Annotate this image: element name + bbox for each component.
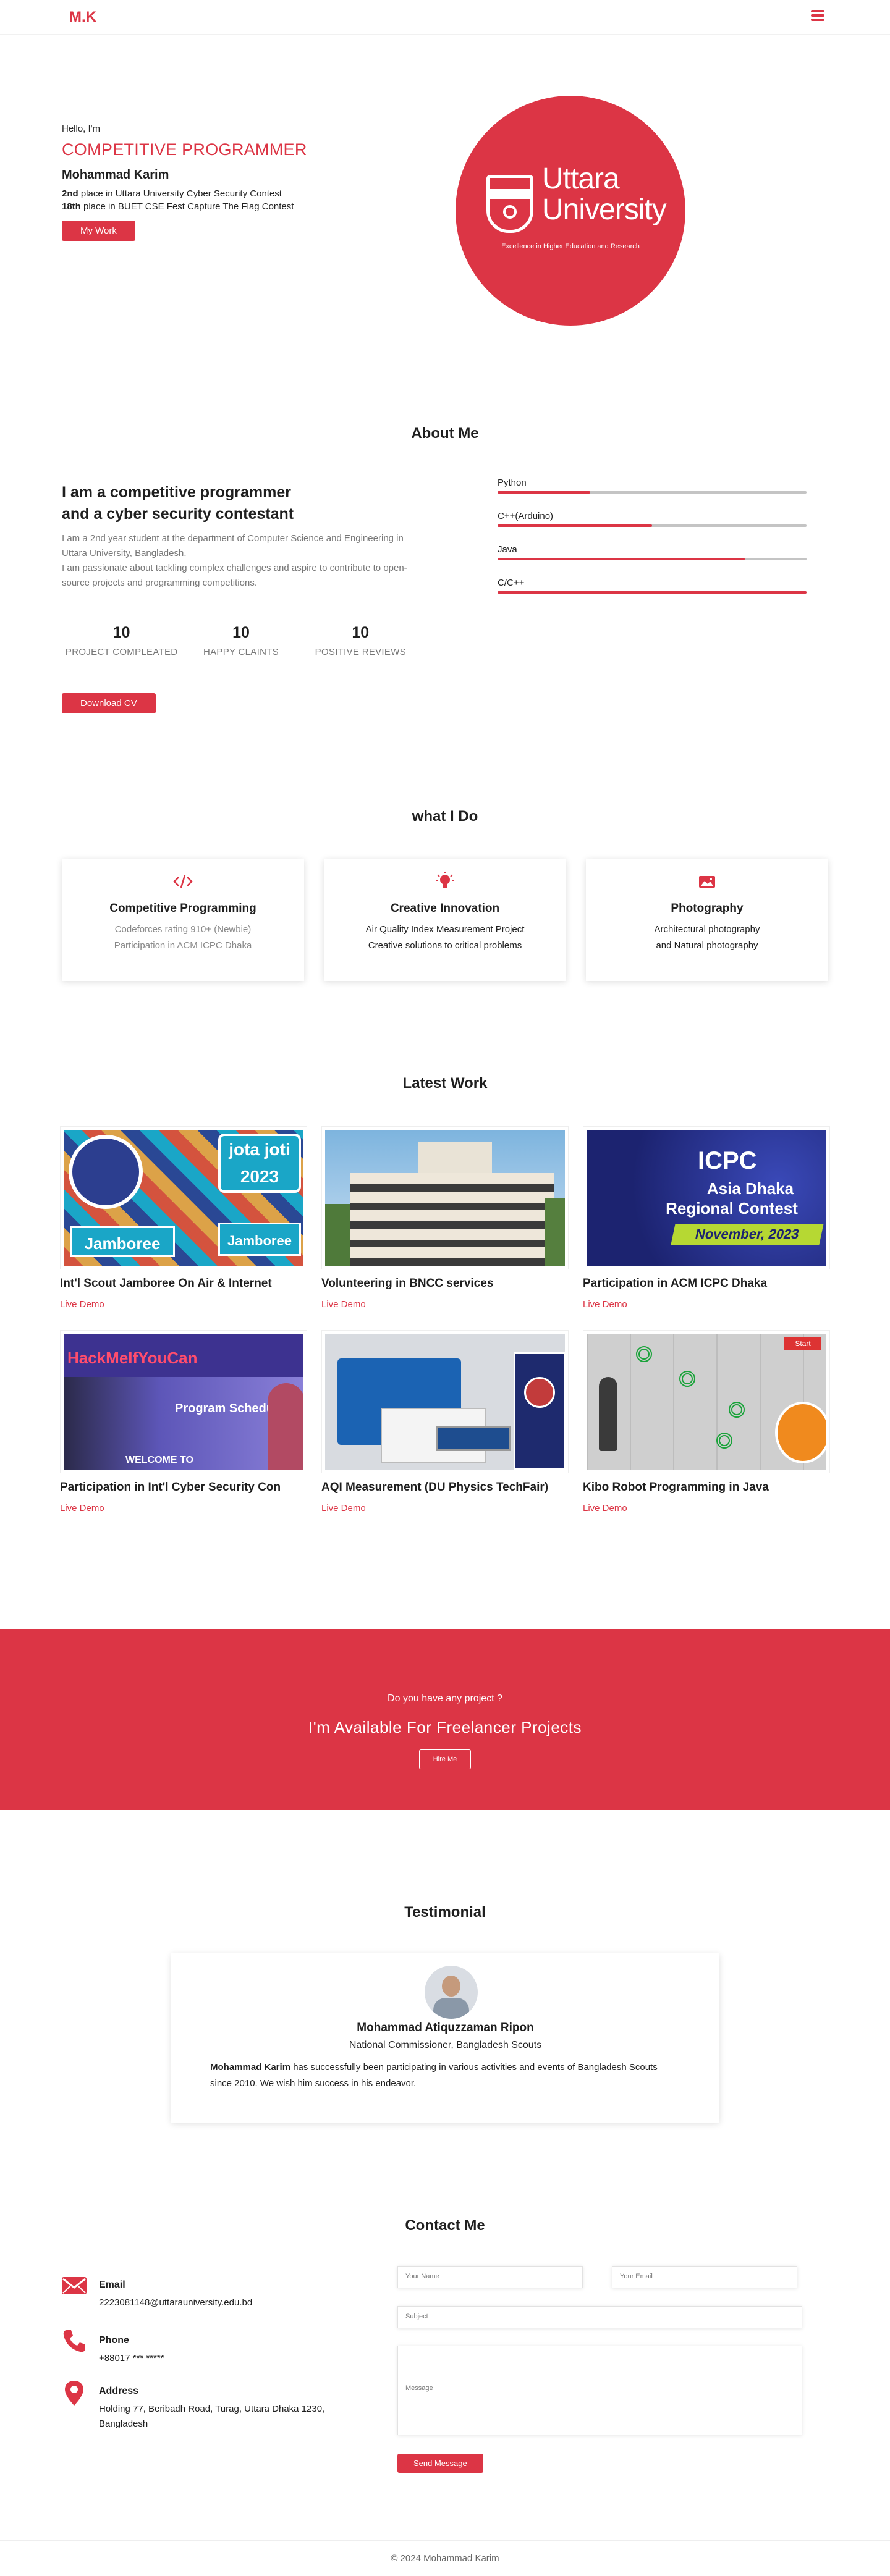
work-title: Int'l Scout Jamboree On Air & Internet [60, 1277, 272, 1290]
freelance-banner: Do you have any project ? I'm Available … [0, 1629, 890, 1810]
stat-reviews: 10 POSITIVE REVIEWS [315, 624, 406, 657]
hamburger-menu-icon[interactable] [811, 10, 824, 23]
freelance-question: Do you have any project ? [388, 1693, 502, 1704]
send-message-button[interactable]: Send Message [397, 2454, 483, 2473]
service-card-innovation: Creative Innovation Air Quality Index Me… [324, 859, 566, 981]
live-demo-link[interactable]: Live Demo [60, 1503, 307, 1513]
work-image [325, 1130, 565, 1266]
work-title: Participation in ACM ICPC Dhaka [583, 1277, 768, 1290]
stat-clients: 10 HAPPY CLAINTS [203, 624, 279, 657]
work-item-aqi[interactable]: AQI Measurement (DU Physics TechFair) Li… [321, 1330, 569, 1513]
achievement-1: 2nd place in Uttara University Cyber Sec… [62, 188, 282, 199]
code-icon [173, 872, 193, 891]
stat-projects: 10 PROJECT COMPLEATED [65, 624, 178, 657]
skill-bar-fill [498, 491, 590, 494]
work-image: HackMeIfYouCan Program Schedule WELCOME … [64, 1334, 303, 1470]
name-field[interactable]: Your Name [397, 2266, 583, 2288]
lightbulb-icon [435, 872, 455, 891]
footer: © 2024 Mohammad Karim [0, 2540, 890, 2576]
hero-name: Mohammad Karim [62, 168, 169, 182]
footer-copyright: © 2024 Mohammad Karim [391, 2553, 499, 2564]
service-card-programming: Competitive Programming Codeforces ratin… [62, 859, 304, 981]
download-cv-button[interactable]: Download CV [62, 693, 156, 713]
about-description: I am a 2nd year student at the departmen… [62, 533, 407, 588]
work-item-bncc[interactable]: Volunteering in BNCC services Live Demo [321, 1126, 569, 1310]
work-item-kibo[interactable]: Start Kibo Robot Programming in Java Liv… [583, 1330, 830, 1513]
work-image: ICPC Asia Dhaka Regional Contest Novembe… [587, 1130, 826, 1266]
skill-c-cpp: C/C++ [498, 578, 807, 611]
work-title: AQI Measurement (DU Physics TechFair) [321, 1481, 549, 1494]
skill-java: Java [498, 544, 807, 578]
skill-cpp-arduino: C++(Arduino) [498, 511, 807, 544]
work-title: Kibo Robot Programming in Java [583, 1481, 769, 1494]
live-demo-link[interactable]: Live Demo [321, 1503, 569, 1513]
work-item-jamboree[interactable]: jota joti 2023 Jamboree Jamboree Int'l S… [60, 1126, 307, 1310]
live-demo-link[interactable]: Live Demo [583, 1503, 830, 1513]
stats-row: 10 PROJECT COMPLEATED 10 HAPPY CLAINTS 10 P… [62, 624, 420, 657]
live-demo-link[interactable]: Live Demo [60, 1299, 307, 1310]
testimonial-card: Mohammad Atiquzzaman Ripon National Comm… [171, 1953, 719, 2123]
contact-title: Contact Me [405, 2217, 485, 2234]
skill-bar-fill [498, 524, 652, 527]
services-title: what I Do [412, 808, 478, 825]
freelance-headline: I'm Available For Freelancer Projects [308, 1718, 582, 1736]
work-image [325, 1334, 565, 1470]
live-demo-link[interactable]: Live Demo [321, 1299, 569, 1310]
live-demo-link[interactable]: Live Demo [583, 1299, 830, 1310]
site-logo[interactable]: M.K [69, 9, 96, 26]
university-logo: Uttara University Excellence in Higher Ed… [456, 96, 685, 326]
work-image: Start [587, 1334, 826, 1470]
skills-list: Python C++(Arduino) Java C/C++ [498, 478, 807, 611]
works-title: Latest Work [402, 1075, 488, 1092]
testimonial-title: Testimonial [404, 1904, 486, 1921]
work-item-cyber-con[interactable]: HackMeIfYouCan Program Schedule WELCOME … [60, 1330, 307, 1513]
email-field[interactable]: Your Email [612, 2266, 797, 2288]
envelope-icon [62, 2273, 87, 2298]
university-tagline: Excellence in Higher Education and Resea… [501, 243, 640, 250]
hero-section: Hello, I'm COMPETITIVE PROGRAMMER Mohamm… [62, 124, 445, 241]
work-item-icpc[interactable]: ICPC Asia Dhaka Regional Contest Novembe… [583, 1126, 830, 1310]
about-title: About Me [411, 425, 479, 442]
avatar [425, 1966, 478, 2019]
work-image: jota joti 2023 Jamboree Jamboree [64, 1130, 303, 1266]
location-pin-icon [62, 2380, 87, 2406]
skill-bar-fill [498, 591, 807, 594]
skill-bar-fill [498, 558, 745, 560]
hero-greeting: Hello, I'm [62, 124, 101, 134]
achievement-2: 18th place in BUET CSE Fest Capture The … [62, 201, 294, 212]
site-header: M.K [0, 0, 890, 35]
hire-me-button[interactable]: Hire Me [418, 1749, 472, 1769]
phone-icon [62, 2329, 87, 2354]
about-heading: I am a competitive programmer and a cyber… [62, 484, 294, 523]
work-title: Volunteering in BNCC services [321, 1277, 494, 1290]
university-shield-icon [486, 175, 533, 233]
service-card-photography: Photography Architectural photography and… [586, 859, 828, 981]
image-icon [697, 872, 717, 891]
testimonial-position: National Commissioner, Bangladesh Scouts [349, 2040, 542, 2050]
university-logo-text: Uttara University [542, 162, 667, 226]
testimonial-name: Mohammad Atiquzzaman Ripon [357, 2021, 534, 2034]
skill-python: Python [498, 478, 807, 511]
work-title: Participation in Int'l Cyber Security Co… [60, 1481, 281, 1494]
my-work-button[interactable]: My Work [62, 221, 135, 241]
subject-field[interactable]: Subject [397, 2306, 802, 2328]
testimonial-text: Mohammad Karim has successfully been par… [210, 2062, 658, 2089]
hero-role: COMPETITIVE PROGRAMMER [62, 140, 307, 159]
message-field[interactable]: Message [397, 2346, 802, 2435]
